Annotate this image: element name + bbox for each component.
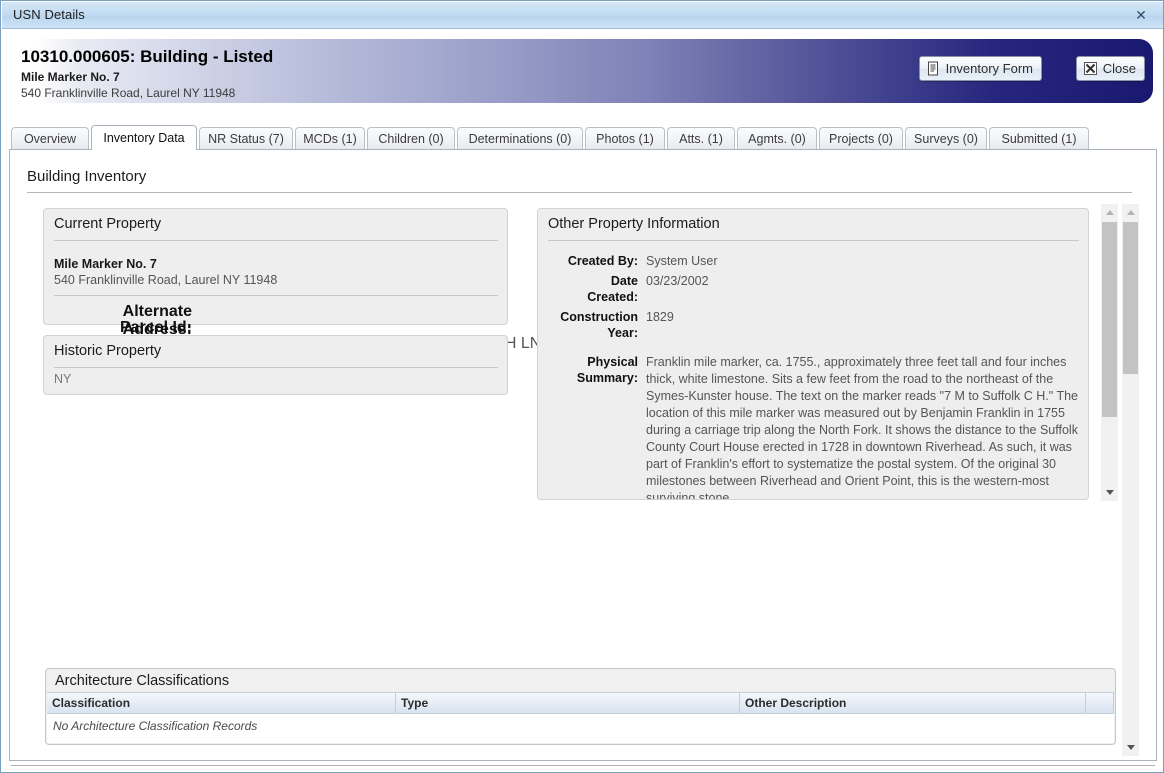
date-created-label-line1: Date: [548, 273, 638, 289]
scroll-up-icon-outer[interactable]: [1122, 204, 1139, 221]
footer-divider: [11, 765, 1155, 766]
inventory-form-button-label: Inventory Form: [946, 61, 1033, 76]
window-titlebar: USN Details ✕: [2, 2, 1164, 29]
banner-usn-title: 10310.000605: Building - Listed: [21, 47, 273, 67]
tab-overview[interactable]: Overview: [11, 127, 89, 149]
tab-label: Projects (0): [829, 132, 893, 146]
date-created-value: 03/23/2002: [646, 273, 709, 289]
architecture-grid-body: No Architecture Classification Records: [47, 714, 1114, 743]
tab-agmts-0[interactable]: Agmts. (0): [737, 127, 817, 149]
current-property-divider-1: [54, 240, 498, 241]
tab-photos-1[interactable]: Photos (1): [585, 127, 665, 149]
tab-submitted-1[interactable]: Submitted (1): [989, 127, 1089, 149]
scroll-down-icon-outer[interactable]: [1122, 739, 1139, 756]
tab-label: MCDs (1): [303, 132, 356, 146]
physical-summary-label-line1: Physical: [548, 354, 638, 370]
historic-property-value: NY: [54, 372, 71, 386]
scroll-up-icon-inner[interactable]: [1101, 204, 1118, 221]
other-property-info-title: Other Property Information: [548, 216, 720, 232]
banner-property-address: 540 Franklinville Road, Laurel NY 11948: [21, 86, 235, 100]
tab-label: Determinations (0): [469, 132, 572, 146]
banner-property-name: Mile Marker No. 7: [21, 70, 120, 84]
tab-label: Submitted (1): [1001, 132, 1076, 146]
window-title: USN Details: [13, 7, 85, 22]
tab-projects-0[interactable]: Projects (0): [819, 127, 903, 149]
column-header-spacer: [1086, 693, 1114, 713]
page-scrollbar[interactable]: [1122, 204, 1139, 756]
inventory-form-button[interactable]: Inventory Form: [919, 56, 1042, 81]
scrollbar-thumb-outer[interactable]: [1123, 222, 1138, 374]
property-banner: 10310.000605: Building - Listed Mile Mar…: [13, 39, 1153, 103]
construction-year-value: 1829: [646, 309, 674, 325]
architecture-classifications-grid: Architecture Classifications Classificat…: [45, 668, 1116, 745]
current-property-address: 540 Franklinville Road, Laurel NY 11948: [54, 273, 277, 287]
construction-year-label-line2: Year:: [548, 325, 638, 341]
document-icon: [926, 61, 941, 76]
current-property-divider-2: [54, 295, 498, 296]
historic-property-divider: [54, 367, 498, 368]
other-property-divider: [548, 240, 1079, 241]
tab-label: Agmts. (0): [748, 132, 806, 146]
physical-summary-value: Franklin mile marker, ca. 1755., approxi…: [646, 354, 1080, 500]
tab-label: Children (0): [378, 132, 443, 146]
page-title-divider: [27, 192, 1132, 193]
tab-children-0[interactable]: Children (0): [367, 127, 455, 149]
close-x-icon: [1083, 61, 1098, 76]
tab-atts-1[interactable]: Atts. (1): [667, 127, 735, 149]
current-property-panel: Current Property Mile Marker No. 7 540 F…: [43, 208, 508, 325]
architecture-grid-header: Classification Type Other Description: [47, 692, 1114, 714]
column-header-type[interactable]: Type: [396, 693, 740, 713]
column-header-other-description[interactable]: Other Description: [740, 693, 1086, 713]
tab-label: NR Status (7): [208, 132, 284, 146]
close-button-label: Close: [1103, 61, 1136, 76]
page-title: Building Inventory: [27, 168, 146, 185]
physical-summary-label-line2: Summary:: [548, 370, 638, 386]
historic-property-title: Historic Property: [54, 343, 161, 359]
other-property-info-panel: Other Property Information Created By: S…: [537, 208, 1089, 500]
window-close-icon[interactable]: ✕: [1120, 3, 1162, 28]
tab-surveys-0[interactable]: Surveys (0): [905, 127, 987, 149]
date-created-label-line2: Created:: [548, 289, 638, 305]
created-by-value: System User: [646, 253, 718, 269]
inventory-data-panel: Building Inventory Current Property Mile…: [9, 149, 1157, 761]
construction-year-label-line1: Construction: [548, 309, 638, 325]
tab-mcds-1[interactable]: MCDs (1): [295, 127, 365, 149]
usn-details-window: USN Details ✕ 10310.000605: Building - L…: [0, 0, 1164, 773]
tab-determinations-0[interactable]: Determinations (0): [457, 127, 583, 149]
close-button[interactable]: Close: [1076, 56, 1145, 81]
tab-label: Atts. (1): [679, 132, 723, 146]
current-property-title: Current Property: [54, 216, 161, 232]
scrollbar-thumb-inner[interactable]: [1102, 222, 1117, 417]
tab-label: Overview: [24, 132, 76, 146]
tab-nr-status-7[interactable]: NR Status (7): [199, 127, 293, 149]
tab-label: Inventory Data: [103, 131, 184, 145]
created-by-label: Created By:: [548, 253, 638, 269]
other-property-scrollbar[interactable]: [1101, 204, 1118, 501]
tab-label: Surveys (0): [914, 132, 978, 146]
current-property-name: Mile Marker No. 7: [54, 257, 157, 271]
architecture-classifications-title: Architecture Classifications: [55, 673, 229, 689]
tabstrip: Overview Inventory Data NR Status (7) MCDs …: [9, 125, 1157, 149]
tab-label: Photos (1): [596, 132, 654, 146]
historic-property-panel: Historic Property NY: [43, 335, 508, 395]
architecture-grid-empty-message: No Architecture Classification Records: [47, 714, 1114, 733]
scroll-down-icon-inner[interactable]: [1101, 484, 1118, 501]
column-header-classification[interactable]: Classification: [47, 693, 396, 713]
tab-inventory-data[interactable]: Inventory Data: [91, 125, 197, 150]
